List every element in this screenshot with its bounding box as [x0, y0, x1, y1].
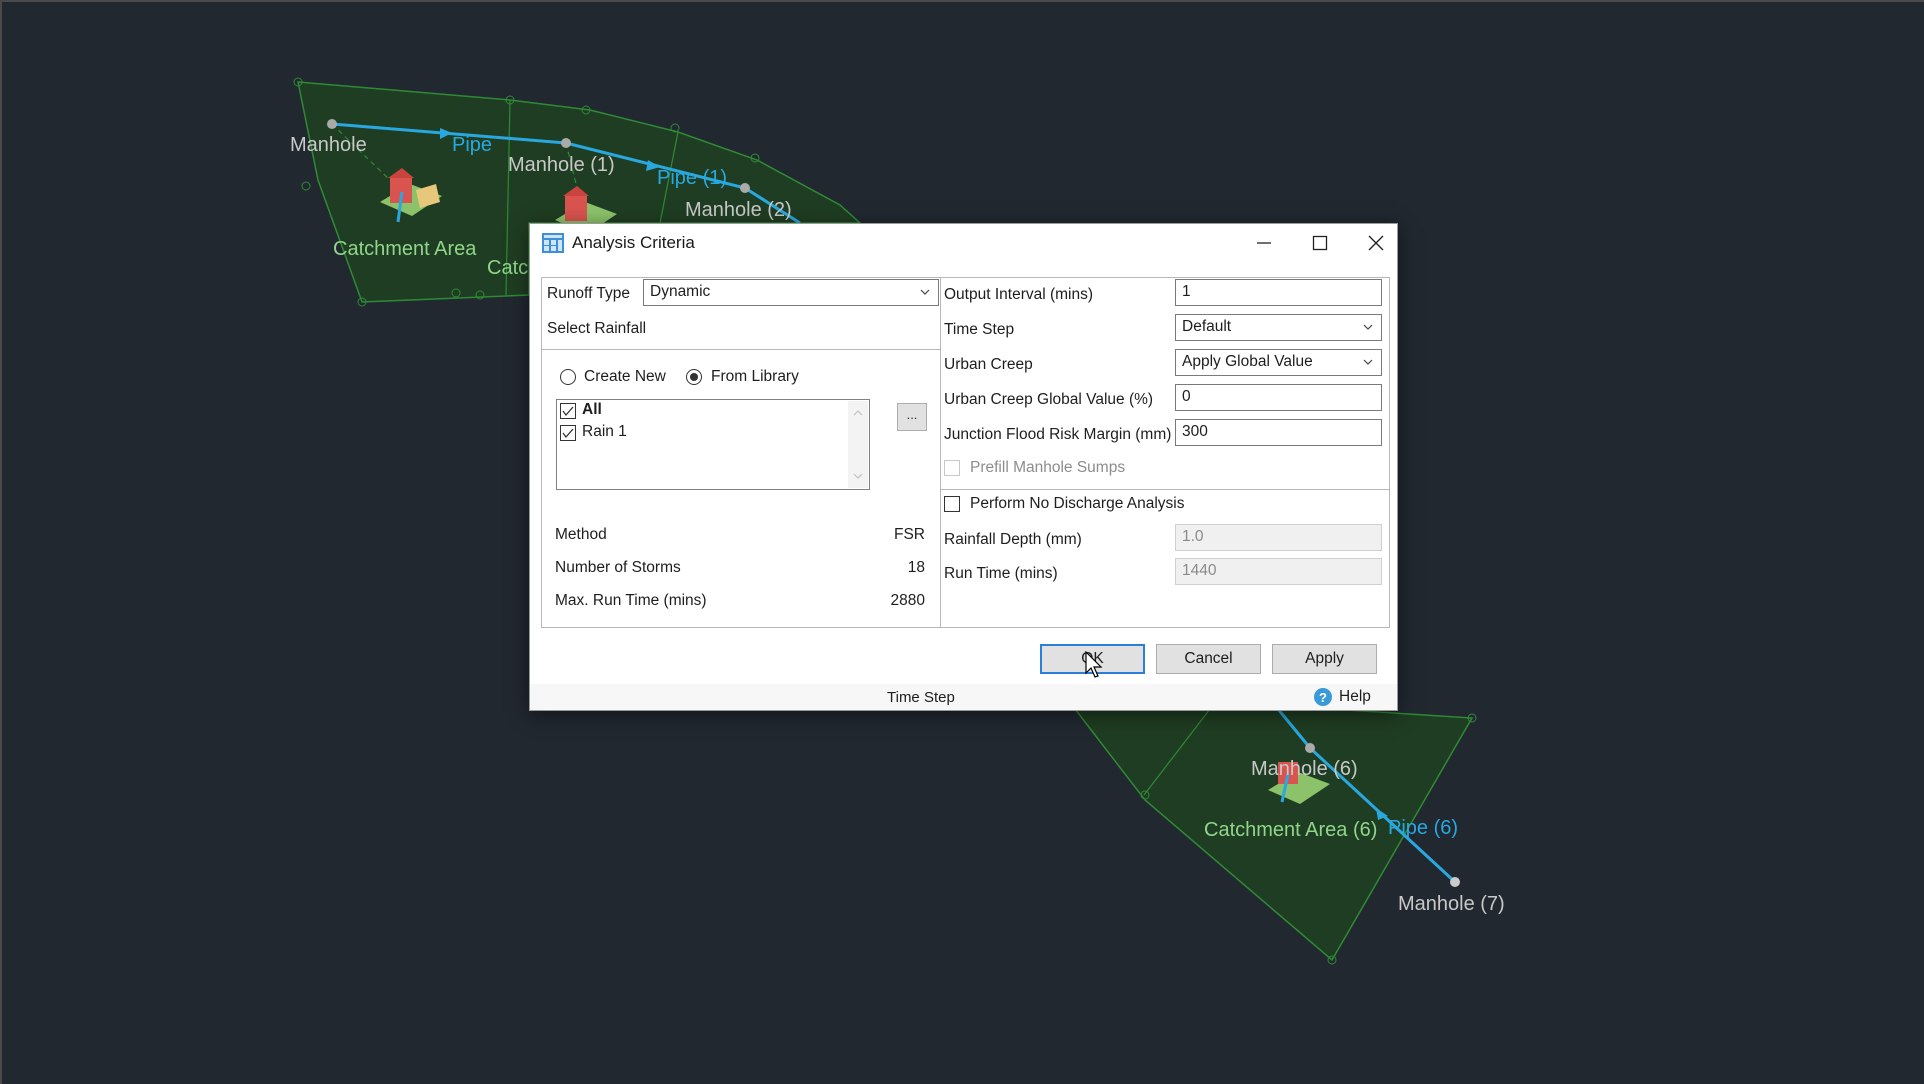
scroll-arrows-icon [853, 410, 863, 479]
catchment-area-label: Catchment Area [333, 238, 477, 260]
rainfall-rain1-label: Rain 1 [582, 423, 627, 440]
checkmark-icon [562, 406, 574, 417]
output-interval-input[interactable]: 1 [1175, 279, 1382, 306]
rainfall-all-checkbox[interactable] [560, 403, 576, 419]
number-of-storms-value: 18 [907, 559, 925, 576]
rainfall-panel: Runoff Type Dynamic Select Rainfall Crea… [541, 277, 942, 628]
no-discharge-label: Perform No Discharge Analysis [970, 495, 1185, 512]
rainfall-depth-input[interactable]: 1.0 [1175, 524, 1382, 551]
browse-rainfall-button[interactable]: ... [897, 403, 927, 431]
time-step-dropdown[interactable]: Default [1175, 314, 1382, 341]
manhole-node[interactable] [561, 138, 571, 148]
maximize-button[interactable] [1292, 224, 1348, 262]
cancel-button[interactable]: Cancel [1156, 644, 1261, 674]
divider [542, 349, 941, 350]
method-label: Method [555, 526, 607, 543]
from-library-radio[interactable] [686, 369, 702, 385]
urban-creep-global-label: Urban Creep Global Value (%) [944, 391, 1154, 408]
rainfall-depth-label: Rainfall Depth (mm) [944, 531, 1082, 548]
prefill-manhole-sumps-checkbox[interactable] [944, 460, 960, 476]
rainfall-all-label: All [582, 401, 602, 418]
chevron-down-icon [920, 289, 930, 295]
urban-creep-global-input[interactable]: 0 [1175, 384, 1382, 411]
max-run-time-label: Max. Run Time (mins) [555, 592, 707, 609]
pipe-6-label: Pipe (6) [1388, 817, 1459, 839]
dialog-title: Analysis Criteria [572, 233, 695, 252]
no-discharge-checkbox[interactable] [944, 496, 960, 512]
runoff-type-label: Runoff Type [547, 285, 631, 302]
manhole-node[interactable] [740, 183, 750, 193]
pipe-label: Pipe [452, 134, 493, 156]
analysis-settings-panel: Output Interval (mins) 1 Time Step Defau… [940, 277, 1390, 628]
manhole-node[interactable] [327, 119, 337, 129]
maximize-icon [1312, 235, 1328, 251]
svg-text:?: ? [1319, 690, 1327, 705]
close-button[interactable] [1348, 224, 1404, 262]
catchment-area-1-label: Catc [487, 257, 529, 279]
method-value: FSR [894, 526, 925, 543]
close-icon [1368, 235, 1384, 251]
analysis-window-icon [542, 233, 564, 253]
manhole-node-6[interactable] [1305, 743, 1315, 753]
dialog-titlebar[interactable]: Analysis Criteria [530, 224, 1397, 262]
create-new-radio[interactable] [560, 369, 576, 385]
analysis-criteria-dialog: Analysis Criteria Runoff Type Dynamic Se… [529, 223, 1398, 711]
status-bar: Time Step ? Help [530, 684, 1397, 710]
output-interval-label: Output Interval (mins) [944, 286, 1094, 303]
help-link[interactable]: ? Help [1313, 687, 1371, 707]
pipe-1-label: Pipe (1) [657, 167, 728, 189]
rainfall-listbox[interactable]: All Rain 1 [556, 399, 870, 490]
urban-creep-value: Apply Global Value [1182, 353, 1313, 370]
catchment-area-6-label: Catchment Area (6) [1204, 819, 1378, 841]
help-label: Help [1339, 688, 1371, 705]
manhole-2-label: Manhole (2) [685, 199, 792, 221]
urban-creep-label: Urban Creep [944, 356, 1033, 373]
max-run-time-value: 2880 [890, 592, 925, 609]
manhole-1-label: Manhole (1) [508, 154, 615, 176]
chevron-down-icon [1363, 324, 1373, 330]
minimize-icon [1257, 242, 1271, 244]
rainfall-rain1-checkbox[interactable] [560, 425, 576, 441]
select-rainfall-label: Select Rainfall [547, 320, 647, 337]
chevron-down-icon [1363, 359, 1373, 365]
from-library-label: From Library [711, 368, 799, 385]
create-new-label: Create New [584, 368, 666, 385]
junction-flood-risk-label: Junction Flood Risk Margin (mm) [944, 426, 1172, 443]
apply-button[interactable]: Apply [1272, 644, 1377, 674]
help-icon: ? [1314, 688, 1332, 706]
mouse-pointer-icon [1085, 651, 1103, 678]
manhole-label: Manhole [290, 134, 367, 156]
time-step-label: Time Step [944, 321, 1015, 338]
run-time-label: Run Time (mins) [944, 565, 1058, 582]
runoff-type-dropdown[interactable]: Dynamic [643, 279, 939, 306]
number-of-storms-label: Number of Storms [555, 559, 681, 576]
prefill-manhole-sumps-label: Prefill Manhole Sumps [970, 459, 1126, 476]
junction-flood-risk-input[interactable]: 300 [1175, 419, 1382, 446]
manhole-node-7[interactable] [1450, 877, 1460, 887]
divider [941, 489, 1389, 490]
runoff-type-value: Dynamic [650, 283, 711, 300]
minimize-button[interactable] [1236, 224, 1292, 262]
status-text: Time Step [887, 689, 955, 706]
listbox-scrollbar[interactable] [848, 401, 868, 488]
run-time-input[interactable]: 1440 [1175, 558, 1382, 585]
urban-creep-dropdown[interactable]: Apply Global Value [1175, 349, 1382, 376]
time-step-value: Default [1182, 318, 1232, 335]
checkmark-icon [562, 428, 574, 439]
manhole-6-label: Manhole (6) [1251, 758, 1358, 780]
manhole-7-label: Manhole (7) [1398, 893, 1505, 915]
